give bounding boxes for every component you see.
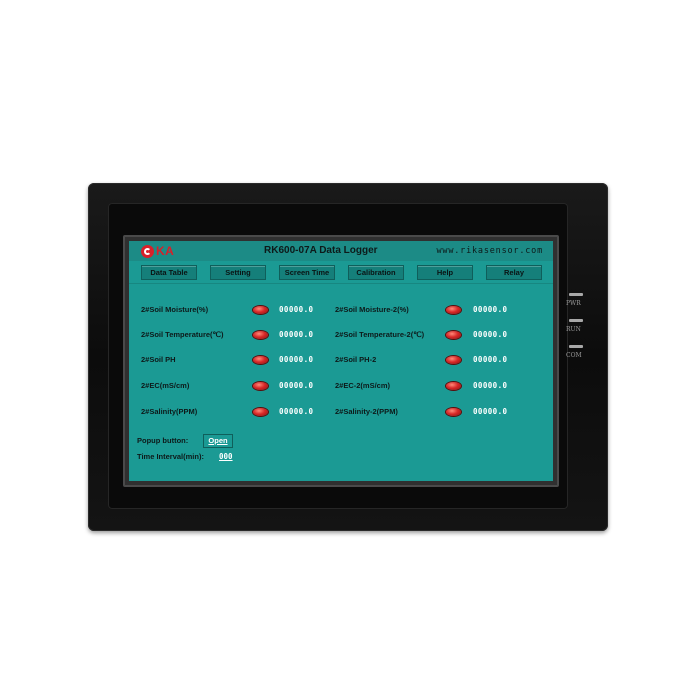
status-led-icon (253, 306, 268, 314)
tab-help[interactable]: Help (417, 265, 473, 280)
run-label: RUN (566, 326, 581, 333)
tab-screen-time[interactable]: Screen Time (279, 265, 335, 280)
tab-calibration[interactable]: Calibration (348, 265, 404, 280)
status-led-icon (253, 408, 268, 416)
tab-data-table[interactable]: Data Table (141, 265, 197, 280)
open-popup-button[interactable]: Open (203, 434, 233, 448)
logo-icon (141, 244, 154, 258)
status-led-icon (446, 306, 461, 314)
reading-label: 2#EC-2(mS/cm) (335, 381, 391, 390)
reading-label: 2#Soil Moisture-2(%) (335, 305, 409, 314)
run-led-icon (569, 319, 583, 322)
header-divider (129, 283, 553, 284)
reading-label: 2#EC(mS/cm) (141, 381, 190, 390)
app-title: RK600-07A Data Logger (264, 245, 378, 256)
reading-value: 00000.0 (279, 407, 314, 416)
status-led-icon (446, 331, 461, 339)
reading-label: 2#Soil Temperature(℃) (141, 330, 224, 339)
reading-label: 2#Soil Moisture(%) (141, 305, 209, 314)
time-interval-label: Time Interval(min): (137, 452, 204, 461)
screen-bezel: KA RK600-07A Data Logger www.rikasensor.… (108, 203, 568, 509)
reading-value: 00000.0 (473, 381, 508, 390)
time-interval-input[interactable]: 000 (219, 452, 233, 461)
title-bar: KA RK600-07A Data Logger www.rikasensor.… (129, 241, 553, 261)
pwr-led-icon (569, 293, 583, 296)
com-led-icon (569, 345, 583, 348)
tab-setting[interactable]: Setting (210, 265, 266, 280)
website-url: www.rikasensor.com (436, 246, 543, 256)
hmi-device: KA RK600-07A Data Logger www.rikasensor.… (88, 183, 608, 531)
status-led-icon (446, 382, 461, 390)
rika-logo: KA (141, 244, 174, 258)
reading-value: 00000.0 (279, 330, 314, 339)
screen-frame: KA RK600-07A Data Logger www.rikasensor.… (123, 235, 559, 487)
status-indicators: PWR RUN COM (563, 293, 593, 373)
reading-label: 2#Soil Temperature-2(℃) (335, 330, 425, 339)
reading-value: 00000.0 (279, 305, 314, 314)
status-led-icon (446, 356, 461, 364)
com-label: COM (566, 352, 582, 359)
reading-label: 2#Salinity-2(PPM) (335, 407, 398, 416)
logo-text: KA (156, 244, 175, 258)
touch-screen: KA RK600-07A Data Logger www.rikasensor.… (129, 241, 553, 481)
reading-value: 00000.0 (473, 305, 508, 314)
reading-value: 00000.0 (473, 355, 508, 364)
pwr-label: PWR (566, 300, 581, 307)
popup-button-label: Popup button: (137, 436, 189, 445)
reading-value: 00000.0 (473, 407, 508, 416)
status-led-icon (253, 356, 268, 364)
tab-relay[interactable]: Relay (486, 265, 542, 280)
reading-value: 00000.0 (279, 381, 314, 390)
reading-value: 00000.0 (473, 330, 508, 339)
status-led-icon (446, 408, 461, 416)
reading-label: 2#Soil PH-2 (335, 355, 377, 364)
reading-label: 2#Soil PH (141, 355, 176, 364)
tab-bar: Data Table Setting Screen Time Calibrati… (141, 265, 543, 280)
reading-value: 00000.0 (279, 355, 314, 364)
status-led-icon (253, 382, 268, 390)
reading-label: 2#Salinity(PPM) (141, 407, 198, 416)
status-led-icon (253, 331, 268, 339)
